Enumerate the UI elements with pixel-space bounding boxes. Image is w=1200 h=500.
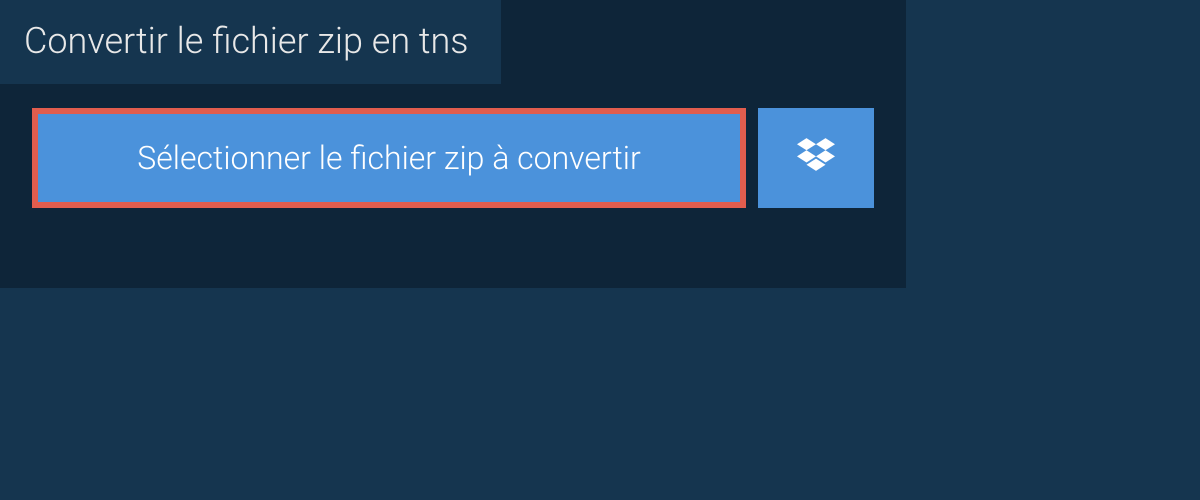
- page-title-text: Convertir le fichier zip en tns: [24, 20, 469, 62]
- select-file-button[interactable]: Sélectionner le fichier zip à convertir: [32, 108, 746, 208]
- dropbox-button[interactable]: [758, 108, 874, 208]
- page-title: Convertir le fichier zip en tns: [0, 0, 501, 84]
- converter-panel: Convertir le fichier zip en tns Sélectio…: [0, 0, 906, 288]
- dropbox-icon: [797, 138, 835, 178]
- select-file-button-label: Sélectionner le fichier zip à convertir: [137, 139, 640, 177]
- action-row: Sélectionner le fichier zip à convertir: [0, 84, 906, 232]
